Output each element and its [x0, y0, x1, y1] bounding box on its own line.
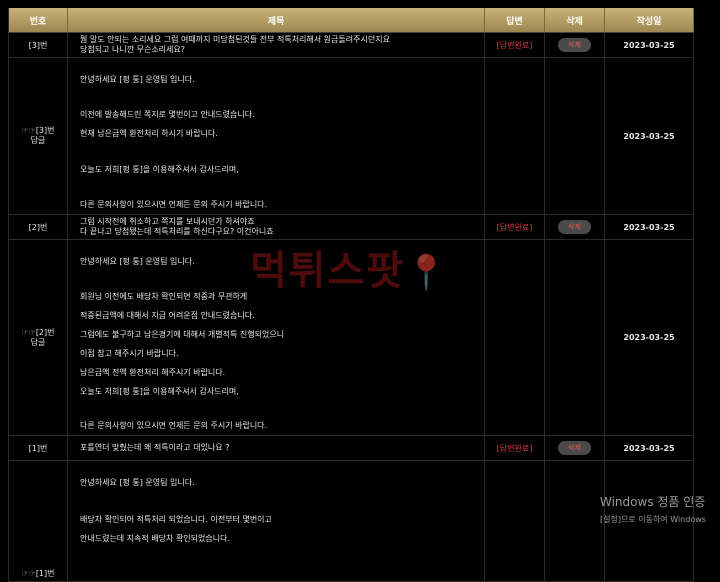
- reply-line: 현재 남은금액 환전처리 하시기 바랍니다.: [80, 129, 218, 139]
- delete-button[interactable]: 삭제: [558, 441, 591, 455]
- header-date: 작성일: [605, 8, 694, 32]
- reply-label: 답글: [30, 337, 46, 347]
- reply-line: 회원님 이전에도 배당차 확인되면 적중과 무관하게: [80, 291, 248, 301]
- post-number: [1]번: [8, 436, 68, 460]
- reply-line: 이전에 발송해드린 쪽지로 몇번이고 안내드렸습니다.: [80, 110, 255, 120]
- reply-line: 배당차 확인되어 적특처리 되었습니다. 이전부터 몇번이고: [80, 515, 272, 524]
- table-header: 번호 제목 답변 삭제 작성일: [8, 8, 694, 33]
- header-no: 번호: [8, 8, 68, 32]
- post-title[interactable]: 그럼 시작전에 취소하고 쪽지를 보내시던가 하셔야죠 다 끝나고 당첨됐는데 …: [68, 215, 485, 239]
- answer-status: [답변완료]: [485, 215, 545, 239]
- windows-activation-notice: Windows 정품 인증 [설정]으로 이동하여 Windows: [600, 495, 706, 524]
- delete-button[interactable]: 삭제: [558, 220, 591, 234]
- reply-line: 안녕하세요 [펑 퉁] 운영팀 입니다.: [80, 257, 195, 266]
- pointing-hand-icon: ☞☞: [21, 327, 36, 337]
- reply-line: 적중된금액에 대해서 지급 어려운점 안내드렸습니다.: [80, 310, 255, 320]
- post-date: 2023-03-25: [605, 215, 694, 239]
- post-title[interactable]: 뭠 말도 안되는 소리세요 그럼 여때까지 미당첨된것들 전부 적특처리해서 원…: [68, 33, 485, 57]
- header-answer: 답변: [485, 8, 545, 32]
- reply-line: 오늘도 저희[펑 퉁]을 이용해주셔서 감사드리며,: [80, 386, 239, 396]
- table-row[interactable]: [2]번 그럼 시작전에 취소하고 쪽지를 보내시던가 하셔야죠 다 끝나고 당…: [8, 215, 694, 240]
- answer-status: [답변완료]: [485, 436, 545, 460]
- post-title-line[interactable]: 당첨되고 나니깐 무슨소리세요?: [80, 45, 185, 55]
- table-row[interactable]: [3]번 뭠 말도 안되는 소리세요 그럼 여때까지 미당첨된것들 전부 적특처…: [8, 33, 694, 58]
- delete-button[interactable]: 삭제: [558, 38, 591, 52]
- post-number: [2]번: [8, 215, 68, 239]
- post-number: [3]번: [8, 33, 68, 57]
- header-delete: 삭제: [545, 8, 605, 32]
- answer-status: [답변완료]: [485, 33, 545, 57]
- reply-number: ☞☞[3]번 답글: [8, 58, 68, 214]
- pointing-hand-icon: ☞☞: [21, 569, 36, 578]
- reply-line: 남은금액 전액 환전처리 해주시기 바랍니다.: [80, 367, 226, 377]
- qna-board: 번호 제목 답변 삭제 작성일 [3]번 뭠 말도 안되는 소리세요 그럼 여때…: [8, 8, 694, 582]
- post-title-line[interactable]: 뭠 말도 안되는 소리세요 그럼 여때까지 미당첨된것들 전부 적특처리해서 원…: [80, 35, 390, 45]
- header-title: 제목: [68, 8, 485, 32]
- reply-line: 안녕하세요 [펑 퉁] 운영팀 입니다.: [80, 478, 195, 487]
- reply-line: 오늘도 저희[펑 퉁]을 이용해주셔서 감사드리며,: [80, 164, 239, 174]
- post-title-line[interactable]: 다 끝나고 당첨됐는데 적특처리를 하신다구요? 이건아니죠: [80, 227, 274, 237]
- reply-number: ☞☞[1]번: [8, 461, 68, 581]
- post-title-line[interactable]: 포틀연더 맞췄는데 왜 적특이라고 대있나요 ?: [80, 443, 229, 453]
- reply-row: ☞☞[3]번 답글 안녕하세요 [펑 퉁] 운영팀 입니다. 이전에 발송해드린…: [8, 58, 694, 215]
- reply-line: 이점 참고 해주시기 바랍니다.: [80, 348, 179, 358]
- reply-line: 그럼에도 불구하고 남은경기에 대해서 개별적특 진행되었으니: [80, 329, 285, 339]
- site-watermark: 먹튀스팟📍: [250, 248, 450, 294]
- reply-date: 2023-03-25: [605, 240, 694, 435]
- reply-line: 다른 문의사항이 있으시면 언제든 문의 주시기 바랍니다.: [80, 199, 268, 209]
- reply-number: ☞☞[2]번 답글: [8, 240, 68, 435]
- map-pin-icon: 📍: [405, 253, 450, 293]
- table-row[interactable]: [1]번 포틀연더 맞췄는데 왜 적특이라고 대있나요 ? [답변완료] 삭제 …: [8, 436, 694, 461]
- post-date: 2023-03-25: [605, 436, 694, 460]
- reply-label: 답글: [30, 136, 46, 145]
- reply-line: 다른 문의사항이 있으시면 언제든 문의 주시기 바랍니다.: [80, 421, 268, 430]
- reply-row: ☞☞[1]번 안녕하세요 [펑 퉁] 운영팀 입니다. 배당차 확인되어 적특처…: [8, 461, 694, 582]
- reply-date: 2023-03-25: [605, 58, 694, 214]
- reply-content: 안녕하세요 [펑 퉁] 운영팀 입니다. 이전에 발송해드린 쪽지로 몇번이고 …: [68, 58, 485, 214]
- post-date: 2023-03-25: [605, 33, 694, 57]
- post-title-line[interactable]: 그럼 시작전에 취소하고 쪽지를 보내시던가 하셔야죠: [80, 217, 255, 227]
- reply-content: 안녕하세요 [펑 퉁] 운영팀 입니다. 배당차 확인되어 적특처리 되었습니다…: [68, 461, 485, 581]
- pointing-hand-icon: ☞☞: [21, 126, 36, 135]
- post-title[interactable]: 포틀연더 맞췄는데 왜 적특이라고 대있나요 ?: [68, 436, 485, 460]
- reply-line: 안녕하세요 [펑 퉁] 운영팀 입니다.: [80, 75, 195, 84]
